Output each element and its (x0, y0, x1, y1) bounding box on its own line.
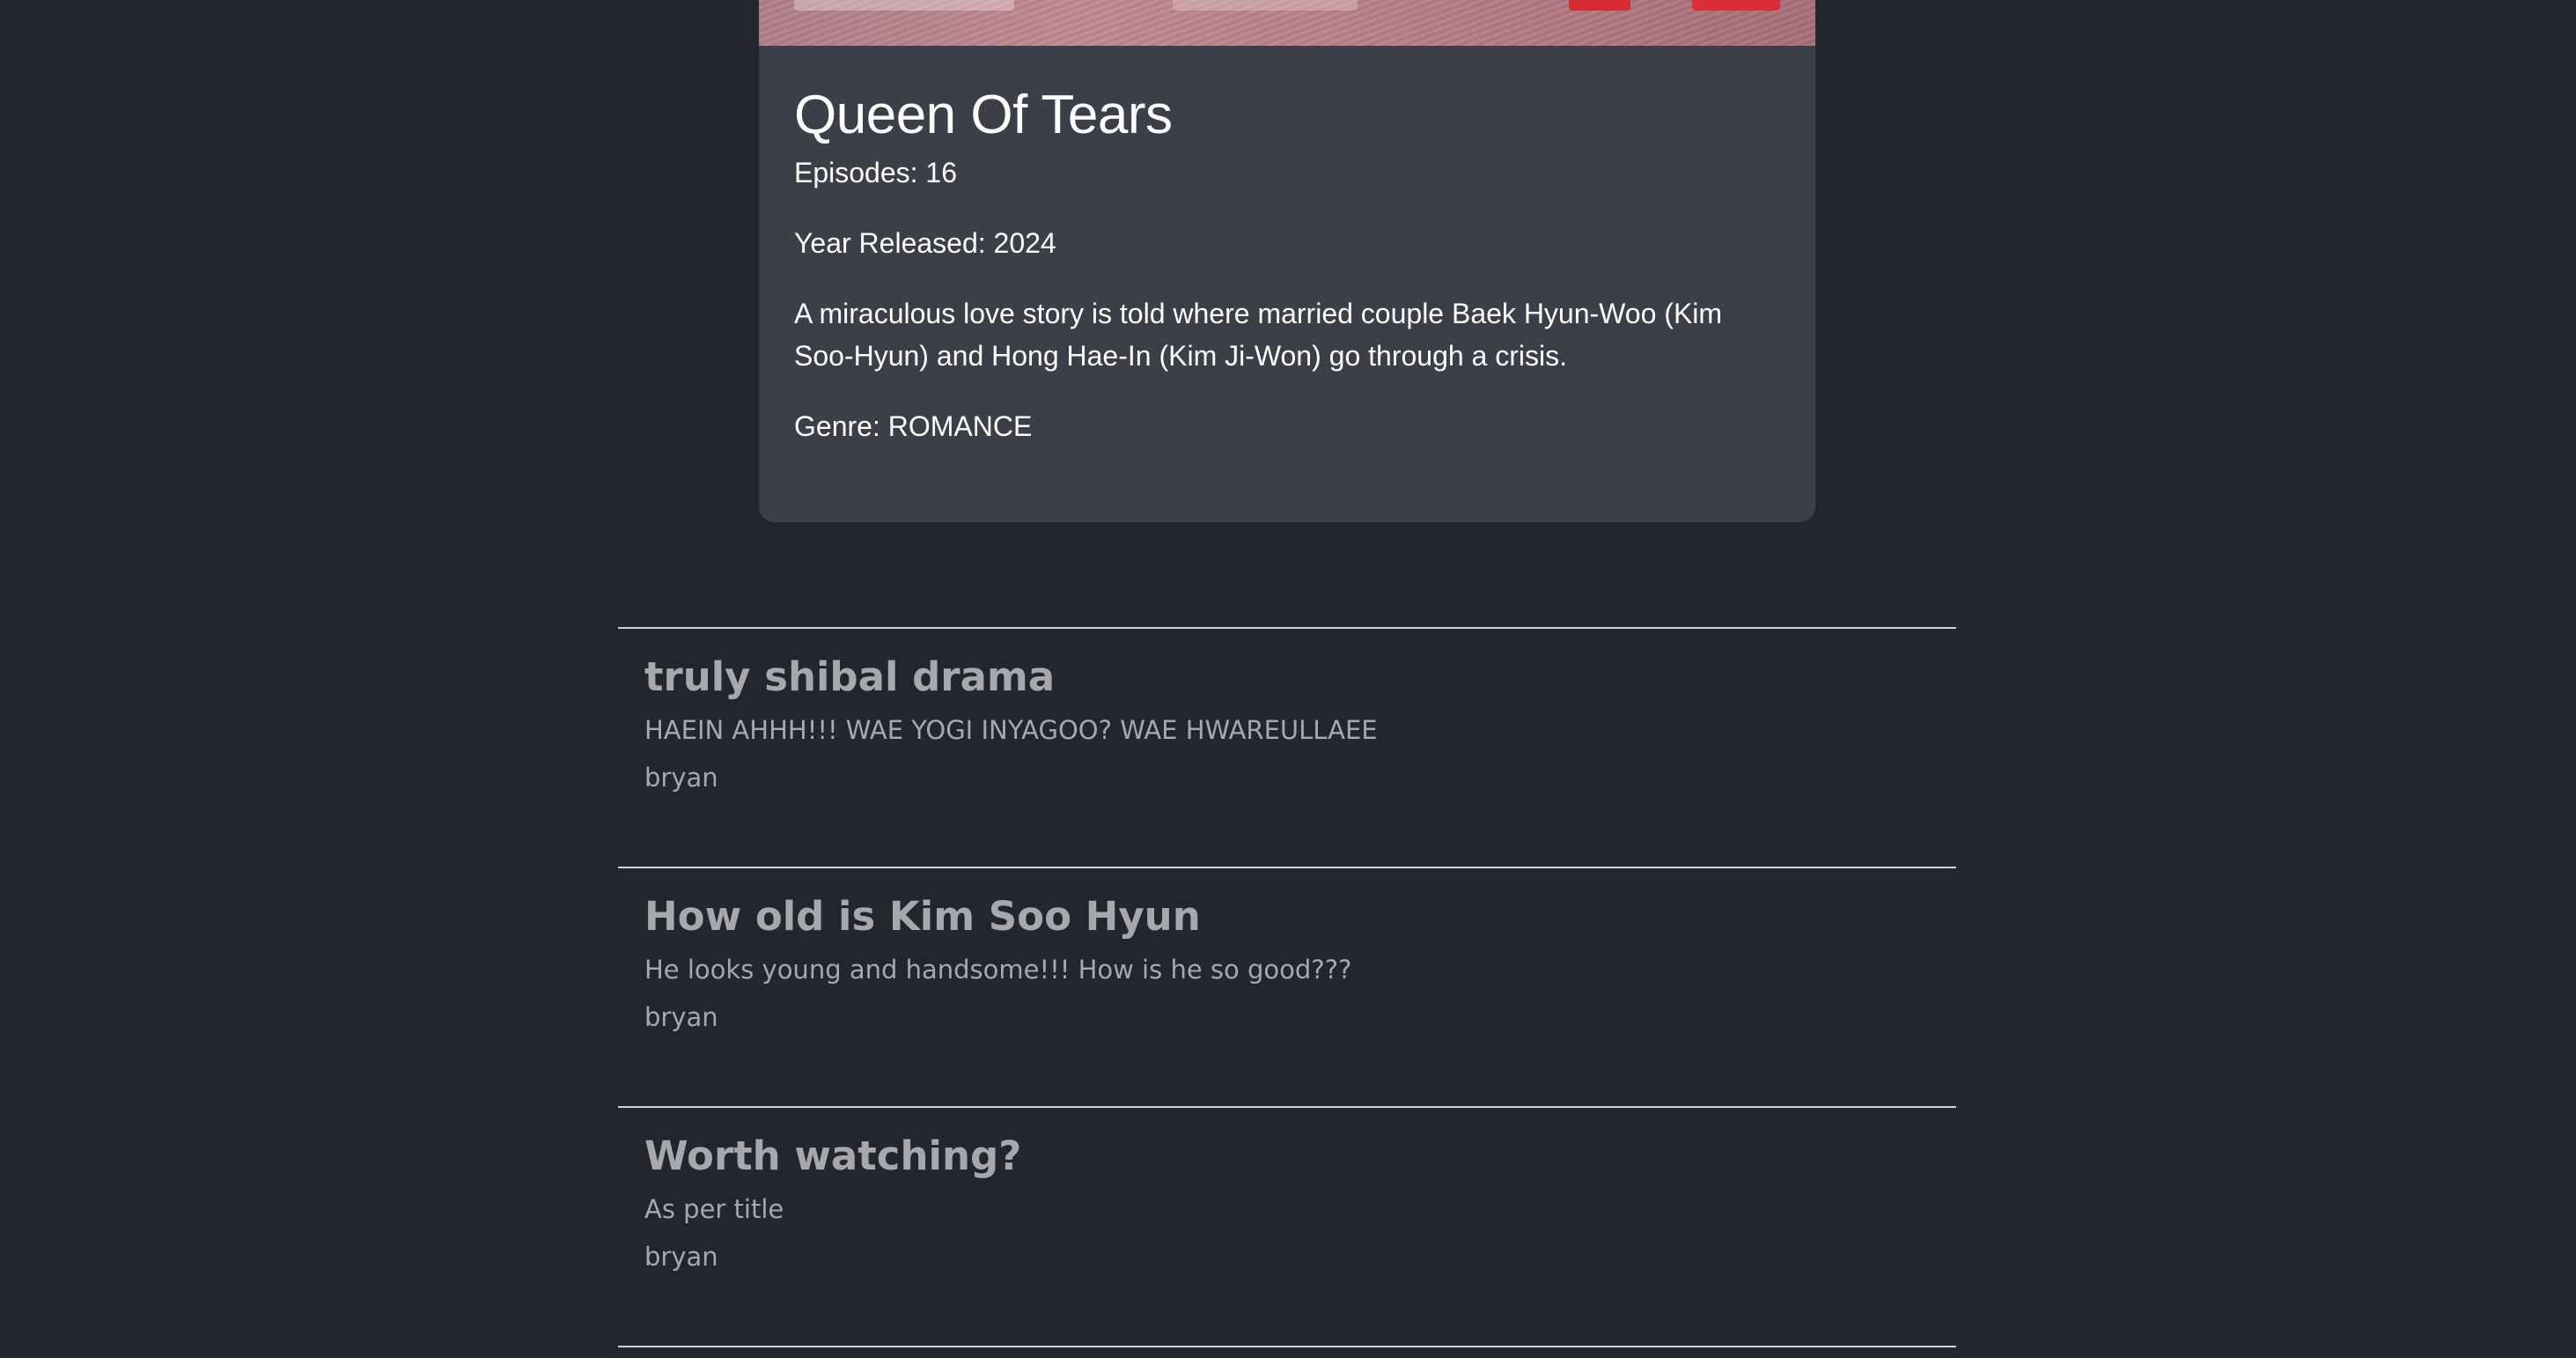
post-title[interactable]: truly shibal drama (644, 653, 1055, 700)
poster-logo-decoration (1569, 0, 1630, 11)
post-author: bryan (644, 763, 718, 793)
post-author: bryan (644, 1002, 718, 1032)
show-year-released: Year Released: 2024 (794, 227, 1056, 260)
show-card: Queen Of Tears Episodes: 16 Year Release… (759, 0, 1815, 522)
post-body: HAEIN AHHH!!! WAE YOGI INYAGOO? WAE HWAR… (644, 715, 1378, 745)
post-author: bryan (644, 1242, 718, 1272)
show-description: A miraculous love story is told where ma… (794, 298, 1723, 373)
show-details: Queen Of Tears Episodes: 16 Year Release… (794, 46, 1780, 447)
post-body: He looks young and handsome!!! How is he… (644, 955, 1352, 985)
poster-caption-decoration (794, 0, 1014, 11)
post-title[interactable]: Worth watching? (644, 1133, 1021, 1179)
poster-logo-decoration (1692, 0, 1780, 11)
post-divider (618, 1346, 1956, 1347)
forum-post[interactable]: truly shibal drama HAEIN AHHH!!! WAE YOG… (618, 627, 1956, 793)
post-body: As per title (644, 1194, 784, 1224)
show-title: Queen Of Tears (794, 85, 1173, 145)
show-episodes: Episodes: 16 (794, 157, 958, 189)
show-genre: Genre: ROMANCE (794, 410, 1033, 443)
poster-caption-decoration (1173, 0, 1358, 11)
forum-post[interactable]: Worth watching? As per title bryan (618, 1106, 1956, 1272)
forum-post[interactable]: How old is Kim Soo Hyun He looks young a… (618, 867, 1956, 1032)
post-title[interactable]: How old is Kim Soo Hyun (644, 893, 1201, 940)
show-poster-image (759, 0, 1815, 46)
